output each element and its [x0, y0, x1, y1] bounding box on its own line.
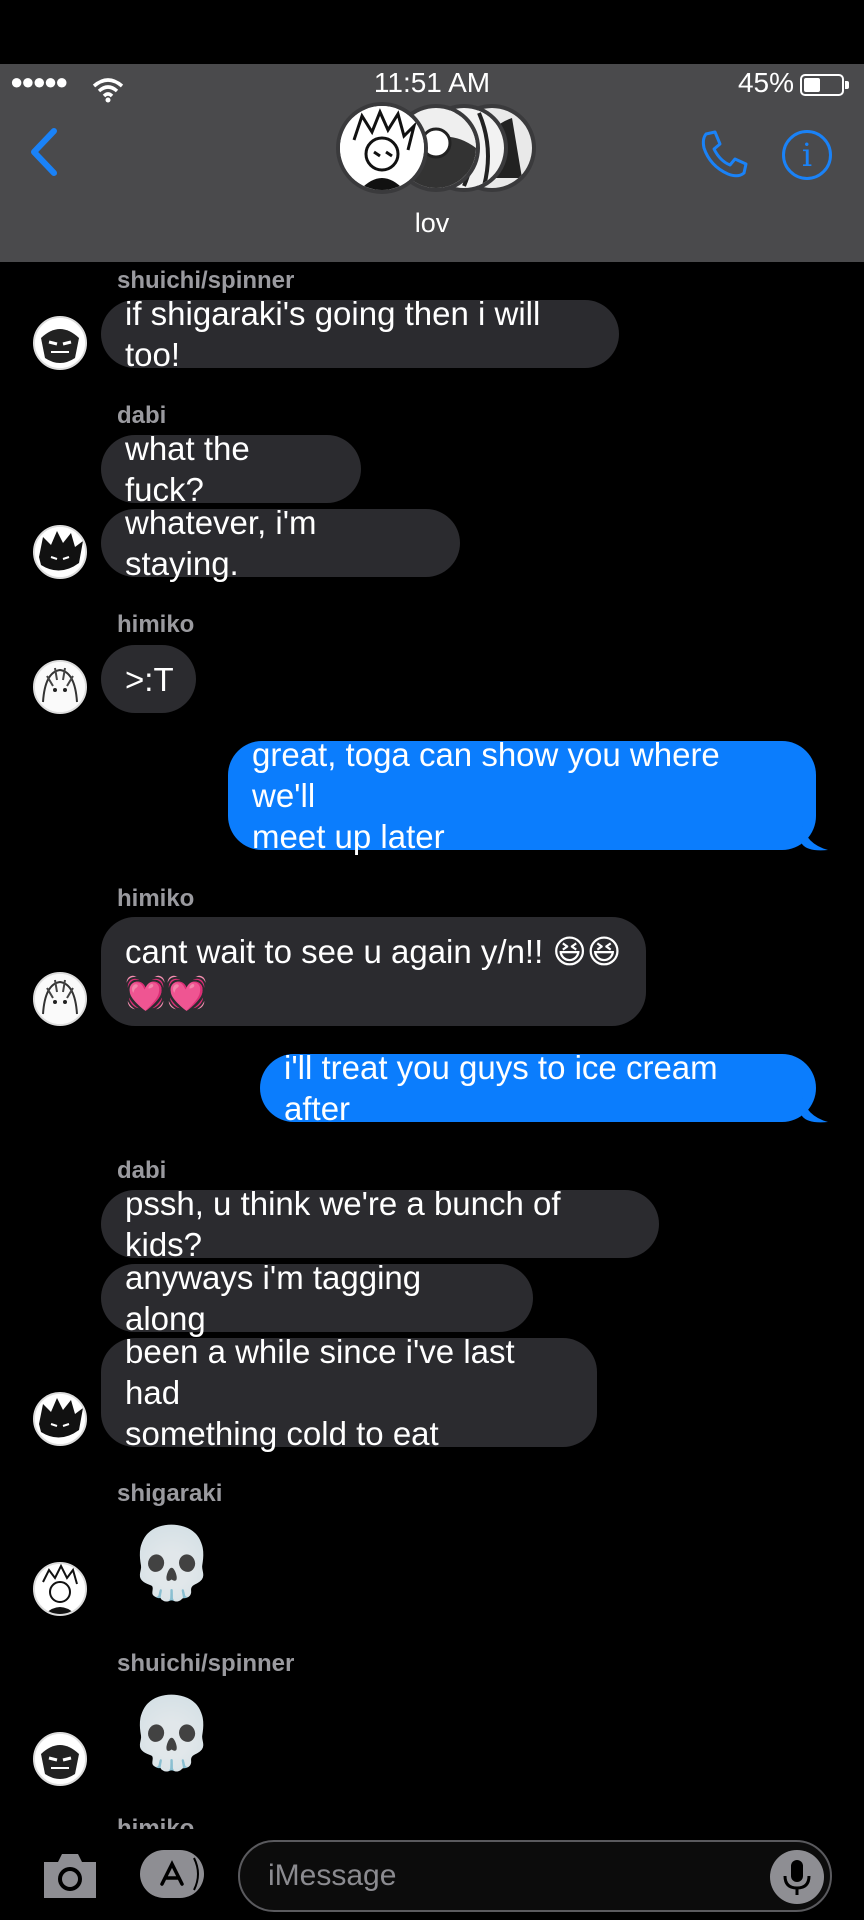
avatar-himiko[interactable]	[33, 972, 87, 1026]
avatar-spinner[interactable]	[33, 1732, 87, 1786]
message-text: what the fuck?	[125, 430, 250, 508]
message-input[interactable]: iMessage	[238, 1840, 832, 1912]
phone-button[interactable]	[698, 128, 750, 180]
message-text: whatever, i'm staying.	[125, 504, 317, 582]
battery-icon	[800, 74, 844, 96]
skull-emoji-message[interactable]: 💀	[128, 1692, 215, 1774]
incoming-message-bubble[interactable]: anyways i'm tagging along	[101, 1259, 533, 1337]
appstore-button[interactable]	[140, 1850, 204, 1898]
info-icon: i	[801, 136, 813, 174]
appstore-icon	[160, 1857, 199, 1891]
bubble-tail	[802, 824, 828, 851]
incoming-message-bubble[interactable]: pssh, u think we're a bunch of kids?	[101, 1185, 659, 1263]
group-member-avatar	[336, 102, 428, 194]
message-text: anyways i'm tagging along	[125, 1259, 422, 1337]
message-text: been a while since i've last had somethi…	[125, 1333, 515, 1452]
incoming-message-bubble[interactable]: been a while since i've last had somethi…	[101, 1333, 597, 1452]
phone-icon	[701, 130, 748, 178]
avatar-shigaraki[interactable]	[33, 1562, 87, 1616]
skull-emoji-message[interactable]: 💀	[128, 1522, 215, 1604]
incoming-message-bubble[interactable]: if shigaraki's going then i will too!	[101, 295, 619, 373]
incoming-message-bubble[interactable]: cant wait to see u again y/n!! 😆😆 💓💓	[101, 917, 646, 1026]
sender-name: himiko	[117, 885, 195, 912]
top-edge	[0, 0, 864, 64]
camera-icon	[44, 1854, 96, 1898]
sender-name: shuichi/spinner	[117, 267, 295, 294]
microphone-button[interactable]	[770, 1850, 824, 1904]
info-button[interactable]: i	[782, 130, 832, 180]
avatar-spinner[interactable]	[33, 316, 87, 370]
avatar-himiko[interactable]	[33, 660, 87, 714]
message-placeholder: iMessage	[268, 1859, 397, 1892]
message-text: pssh, u think we're a bunch of kids?	[125, 1185, 561, 1263]
outgoing-message-bubble[interactable]: great, toga can show you where we'll mee…	[228, 736, 816, 855]
message-text: great, toga can show you where we'll mee…	[252, 736, 720, 855]
message-text: i'll treat you guys to ice cream after	[284, 1049, 718, 1127]
incoming-message-bubble[interactable]: what the fuck?	[101, 430, 361, 508]
group-name[interactable]: lov	[0, 208, 864, 239]
camera-button[interactable]	[40, 1848, 100, 1902]
sender-name: dabi	[117, 402, 167, 429]
message-text: if shigaraki's going then i will too!	[125, 295, 541, 373]
sender-name: shigaraki	[117, 1480, 223, 1507]
avatar-dabi[interactable]	[33, 1392, 87, 1446]
message-text: >:T	[125, 660, 174, 698]
sender-name: dabi	[117, 1157, 167, 1184]
microphone-icon	[783, 1860, 811, 1895]
sender-name: himiko	[117, 611, 195, 638]
sender-name: shuichi/spinner	[117, 1650, 295, 1677]
battery-level-fill	[804, 78, 821, 92]
sender-name: himiko	[117, 1815, 195, 1829]
incoming-message-bubble[interactable]: >:T	[101, 645, 196, 713]
battery-percent: 45%	[737, 67, 794, 98]
back-button[interactable]	[24, 125, 64, 179]
battery-nub	[845, 81, 849, 89]
message-text: cant wait to see u again y/n!! 😆😆 💓💓	[125, 932, 622, 1011]
chevron-left-icon	[31, 128, 57, 176]
status-time: 11:51 AM	[373, 67, 491, 98]
group-avatar-stack[interactable]	[336, 102, 536, 194]
outgoing-message-bubble[interactable]: i'll treat you guys to ice cream after	[260, 1049, 816, 1127]
incoming-message-bubble[interactable]: whatever, i'm staying.	[101, 504, 460, 582]
bubble-tail	[802, 1096, 828, 1123]
avatar-dabi[interactable]	[33, 525, 87, 579]
